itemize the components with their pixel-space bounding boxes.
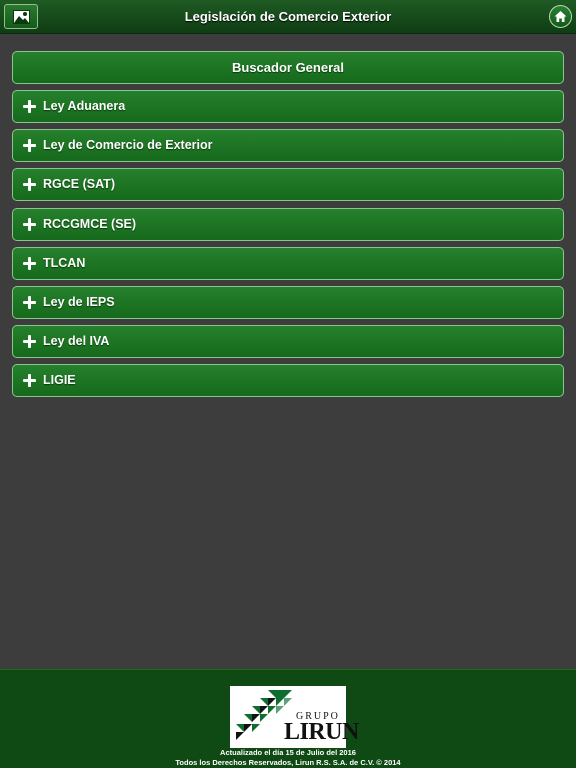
list-item-label: TLCAN	[43, 255, 86, 270]
list-item-ley-comercio-exterior[interactable]: Ley de Comercio de Exterior	[12, 129, 564, 163]
plus-icon	[23, 374, 36, 388]
list-item-label: RCCGMCE (SE)	[43, 216, 137, 231]
plus-icon	[23, 100, 36, 113]
plus-icon	[23, 335, 36, 349]
footer: GRUPO LIRUN Actualizado el día 15 de Jul…	[0, 669, 576, 768]
list-item-label: Ley del IVA	[43, 334, 110, 349]
list-item-ley-iva[interactable]: Ley del IVA	[12, 325, 564, 359]
list-item-label: Ley de Comercio de Exterior	[43, 138, 213, 153]
plus-icon	[23, 139, 36, 153]
list-item-label: LIGIE	[43, 373, 76, 388]
plus-icon	[23, 178, 36, 192]
list-item-label: Ley Aduanera	[43, 99, 126, 113]
list-item-ley-aduanera[interactable]: Ley Aduanera	[12, 90, 564, 123]
plus-icon	[23, 295, 36, 309]
list-item-label: Ley de IEPS	[43, 294, 115, 309]
general-search-button[interactable]: Buscador General	[12, 51, 564, 84]
list-item-ley-ieps[interactable]: Ley de IEPS	[12, 285, 564, 319]
copyright-text: Todos los Derechos Reservados, Lirun R.S…	[175, 758, 401, 767]
top-navigation-bar: Legislación de Comercio Exterior	[0, 0, 576, 34]
home-button[interactable]	[549, 5, 572, 28]
list-item-label: RGCE (SAT)	[43, 177, 115, 192]
page-title: Legislación de Comercio Exterior	[184, 9, 392, 24]
updated-text: Actualizado el día 15 de Julio del 2016	[220, 748, 356, 757]
plus-icon	[23, 256, 36, 270]
home-icon	[554, 11, 567, 22]
law-list: Buscador General Ley Aduanera Ley de Com…	[12, 51, 564, 404]
list-item-ligie[interactable]: LIGIE	[12, 364, 564, 398]
list-item-rgce[interactable]: RGCE (SAT)	[12, 168, 564, 202]
list-item-tlcan[interactable]: TLCAN	[12, 246, 564, 280]
grupo-lirun-logo: GRUPO LIRUN	[230, 686, 359, 748]
logo-name-text: LIRUN	[284, 719, 359, 745]
plus-icon	[23, 217, 36, 231]
list-item-rccgmce[interactable]: RCCGMCE (SE)	[12, 207, 564, 241]
